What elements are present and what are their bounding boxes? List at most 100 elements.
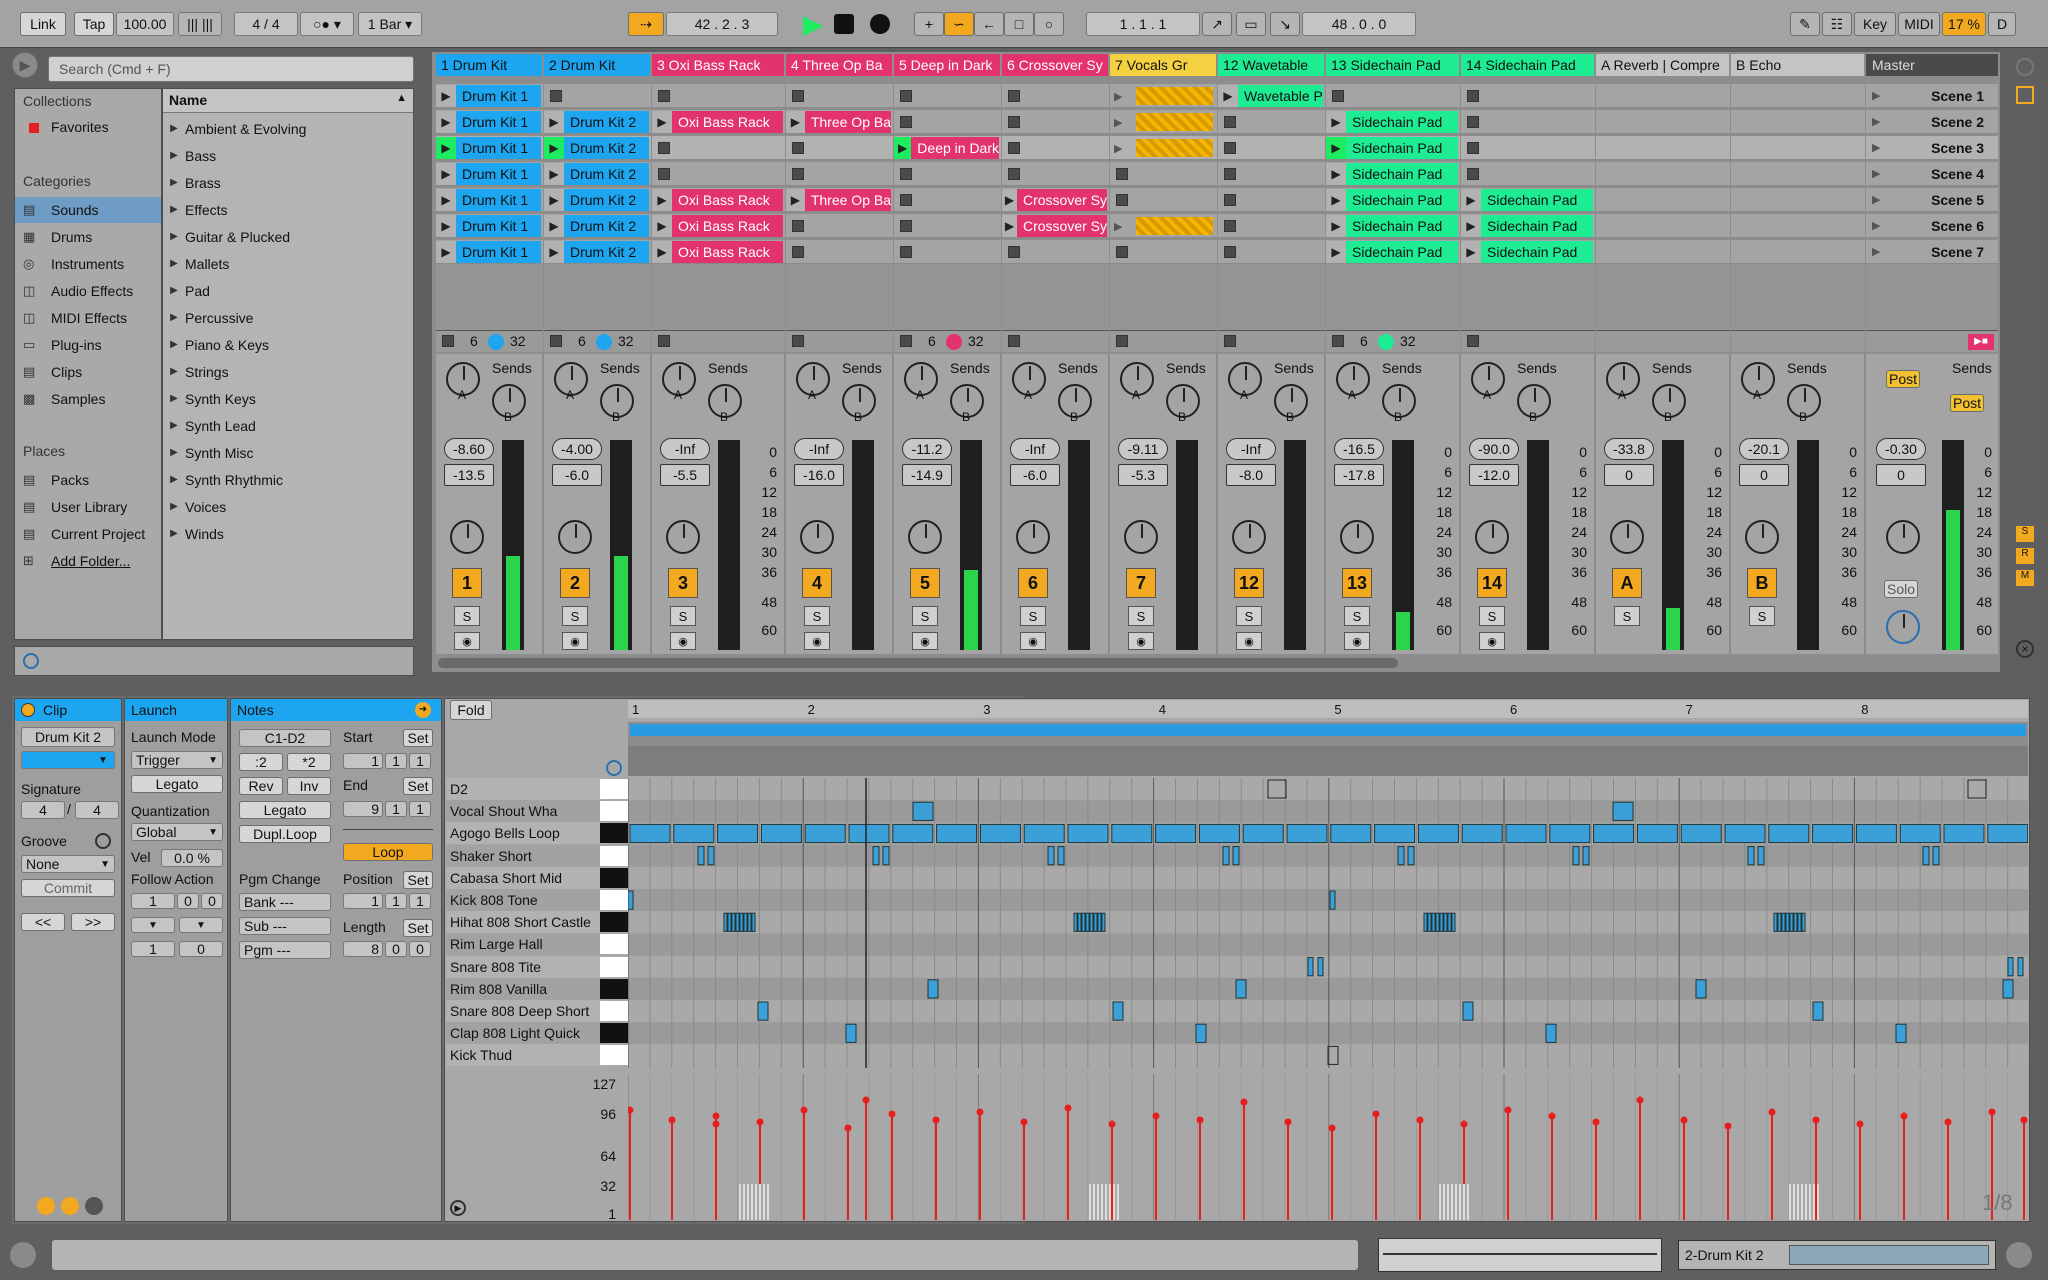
- piano-key[interactable]: [600, 845, 628, 866]
- velocity-amount[interactable]: 0.0 %: [161, 849, 223, 867]
- clip-slot[interactable]: [786, 162, 893, 186]
- clip[interactable]: ▶ Oxi Bass Rack: [652, 111, 783, 133]
- stop-icon[interactable]: [1332, 90, 1344, 102]
- show-notes-icon[interactable]: [61, 1197, 79, 1215]
- clip-slot[interactable]: [1596, 240, 1730, 264]
- piano-key[interactable]: [600, 779, 628, 799]
- track-activator[interactable]: 4: [802, 568, 832, 598]
- capture-button[interactable]: □: [1004, 12, 1034, 36]
- stop-button[interactable]: [1224, 335, 1236, 347]
- clip-play-icon[interactable]: ▶: [1326, 137, 1346, 159]
- stop-icon[interactable]: [1008, 90, 1020, 102]
- stop-icon[interactable]: [1224, 116, 1236, 128]
- volume-field[interactable]: -90.0: [1469, 438, 1519, 460]
- category-plug-ins[interactable]: ▭ Plug-ins: [15, 334, 161, 358]
- pan-knob[interactable]: [1016, 520, 1050, 554]
- browser-item[interactable]: ▶ Percussive: [163, 304, 413, 331]
- clip-slot[interactable]: ▶ Drum Kit 1: [436, 188, 543, 212]
- scene-1[interactable]: ▶ Scene 1: [1866, 84, 1998, 108]
- clip-slot[interactable]: [786, 84, 893, 108]
- clip[interactable]: ▶ Wavetable P: [1218, 85, 1323, 107]
- track-header-2[interactable]: 3 Oxi Bass Rack: [652, 54, 784, 76]
- browser-item[interactable]: ▶ Effects: [163, 196, 413, 223]
- clip-slot[interactable]: [1731, 84, 1865, 108]
- stop-icon[interactable]: [550, 90, 562, 102]
- stop-icon[interactable]: [900, 220, 912, 232]
- clip-play-icon[interactable]: ▶: [786, 111, 805, 133]
- info-toggle-icon[interactable]: [10, 1242, 36, 1268]
- clip[interactable]: ▶ Three Op Ba: [786, 189, 891, 211]
- follow-action-a[interactable]: ▼: [131, 917, 175, 933]
- clip-slot[interactable]: [1596, 110, 1730, 134]
- pan-field[interactable]: -12.0: [1469, 464, 1519, 486]
- clip-slot[interactable]: ▶ Drum Kit 2: [544, 110, 651, 134]
- stop-icon[interactable]: [900, 246, 912, 258]
- track-header-4[interactable]: 5 Deep in Dark: [894, 54, 1000, 76]
- quantization-menu[interactable]: Global ▼: [131, 823, 223, 841]
- follow-beats[interactable]: 0: [177, 893, 199, 909]
- pan-field[interactable]: -13.5: [444, 464, 494, 486]
- solo-button[interactable]: S: [1479, 606, 1505, 626]
- length-bars[interactable]: 8: [343, 941, 383, 957]
- piano-key[interactable]: [600, 801, 628, 822]
- track-header-1[interactable]: 2 Drum Kit: [544, 54, 650, 76]
- clip-slot[interactable]: ▶ Sidechain Pad: [1461, 240, 1595, 264]
- automation-arm-button[interactable]: ∽: [944, 12, 974, 36]
- track-header-9[interactable]: 14 Sidechain Pad: [1461, 54, 1594, 76]
- arm-icon[interactable]: ◉: [804, 632, 830, 650]
- clip-play-icon[interactable]: ▶: [544, 241, 564, 263]
- track-header-6[interactable]: 7 Vocals Gr: [1110, 54, 1216, 76]
- pan-knob[interactable]: [666, 520, 700, 554]
- solo-button[interactable]: S: [912, 606, 938, 626]
- clip[interactable]: ▶ Drum Kit 1: [436, 137, 541, 159]
- stop-icon[interactable]: [1224, 194, 1236, 206]
- clip-slot[interactable]: [1596, 214, 1730, 238]
- clip-slot[interactable]: [1731, 136, 1865, 160]
- solo-button[interactable]: S: [1128, 606, 1154, 626]
- clip[interactable]: ▶ Drum Kit 2: [544, 189, 649, 211]
- clip-play-icon[interactable]: ▶: [1326, 189, 1346, 211]
- session-arrange-icon[interactable]: [2016, 86, 2034, 104]
- clip-play-icon[interactable]: ▶: [436, 85, 456, 107]
- clip-play-icon[interactable]: ▶: [1461, 241, 1481, 263]
- half-button[interactable]: :2: [239, 753, 283, 771]
- clip-slot[interactable]: [1002, 136, 1109, 160]
- solo-button[interactable]: S: [562, 606, 588, 626]
- clip-play-icon[interactable]: ▶: [436, 241, 456, 263]
- show-clip-icon[interactable]: [37, 1197, 55, 1215]
- next-clip-button[interactable]: >>: [71, 913, 115, 931]
- pan-knob[interactable]: [558, 520, 592, 554]
- clip-play-icon[interactable]: ▶: [544, 215, 564, 237]
- clip-slot[interactable]: ▶ Drum Kit 2: [544, 240, 651, 264]
- length-sixteenths[interactable]: 0: [409, 941, 431, 957]
- drum-pad-row[interactable]: Snare 808 Deep Short: [446, 1000, 606, 1022]
- volume-field[interactable]: -Inf: [660, 438, 710, 460]
- play-button[interactable]: ▶: [798, 10, 828, 38]
- clip-slot[interactable]: ▶ Wavetable P: [1218, 84, 1325, 108]
- place-packs[interactable]: ▤ Packs: [15, 469, 161, 493]
- drum-pad-row[interactable]: Agogo Bells Loop: [446, 822, 606, 845]
- browser-item[interactable]: ▶ Ambient & Evolving: [163, 115, 413, 142]
- stop-icon[interactable]: [900, 194, 912, 206]
- solo-button[interactable]: S: [1236, 606, 1262, 626]
- master-pan[interactable]: 0: [1876, 464, 1926, 486]
- clip-slot[interactable]: [1731, 240, 1865, 264]
- clip[interactable]: ▶ Deep in Dark: [894, 137, 999, 159]
- mixer-toggle[interactable]: M: [2016, 570, 2034, 586]
- browser-item[interactable]: ▶ Guitar & Plucked: [163, 223, 413, 250]
- arm-icon[interactable]: ◉: [1128, 632, 1154, 650]
- follow-bars[interactable]: 1: [131, 893, 175, 909]
- scene-6[interactable]: ▶ Scene 6: [1866, 214, 1998, 238]
- stop-button[interactable]: [900, 335, 912, 347]
- clip-play-icon[interactable]: ▶: [544, 111, 564, 133]
- clip[interactable]: ▶ Drum Kit 2: [544, 163, 649, 185]
- start-sixteenths[interactable]: 1: [409, 753, 431, 769]
- velocity-toggle-icon[interactable]: ▶: [450, 1200, 466, 1216]
- pan-field[interactable]: 0: [1739, 464, 1789, 486]
- browser-item[interactable]: ▶ Bass: [163, 142, 413, 169]
- stop-icon[interactable]: [900, 90, 912, 102]
- start-bars[interactable]: 1: [343, 753, 383, 769]
- clip[interactable]: ▶ Drum Kit 1: [436, 241, 541, 263]
- track-header-10[interactable]: A Reverb | Compre: [1596, 54, 1729, 76]
- browser-item[interactable]: ▶ Piano & Keys: [163, 331, 413, 358]
